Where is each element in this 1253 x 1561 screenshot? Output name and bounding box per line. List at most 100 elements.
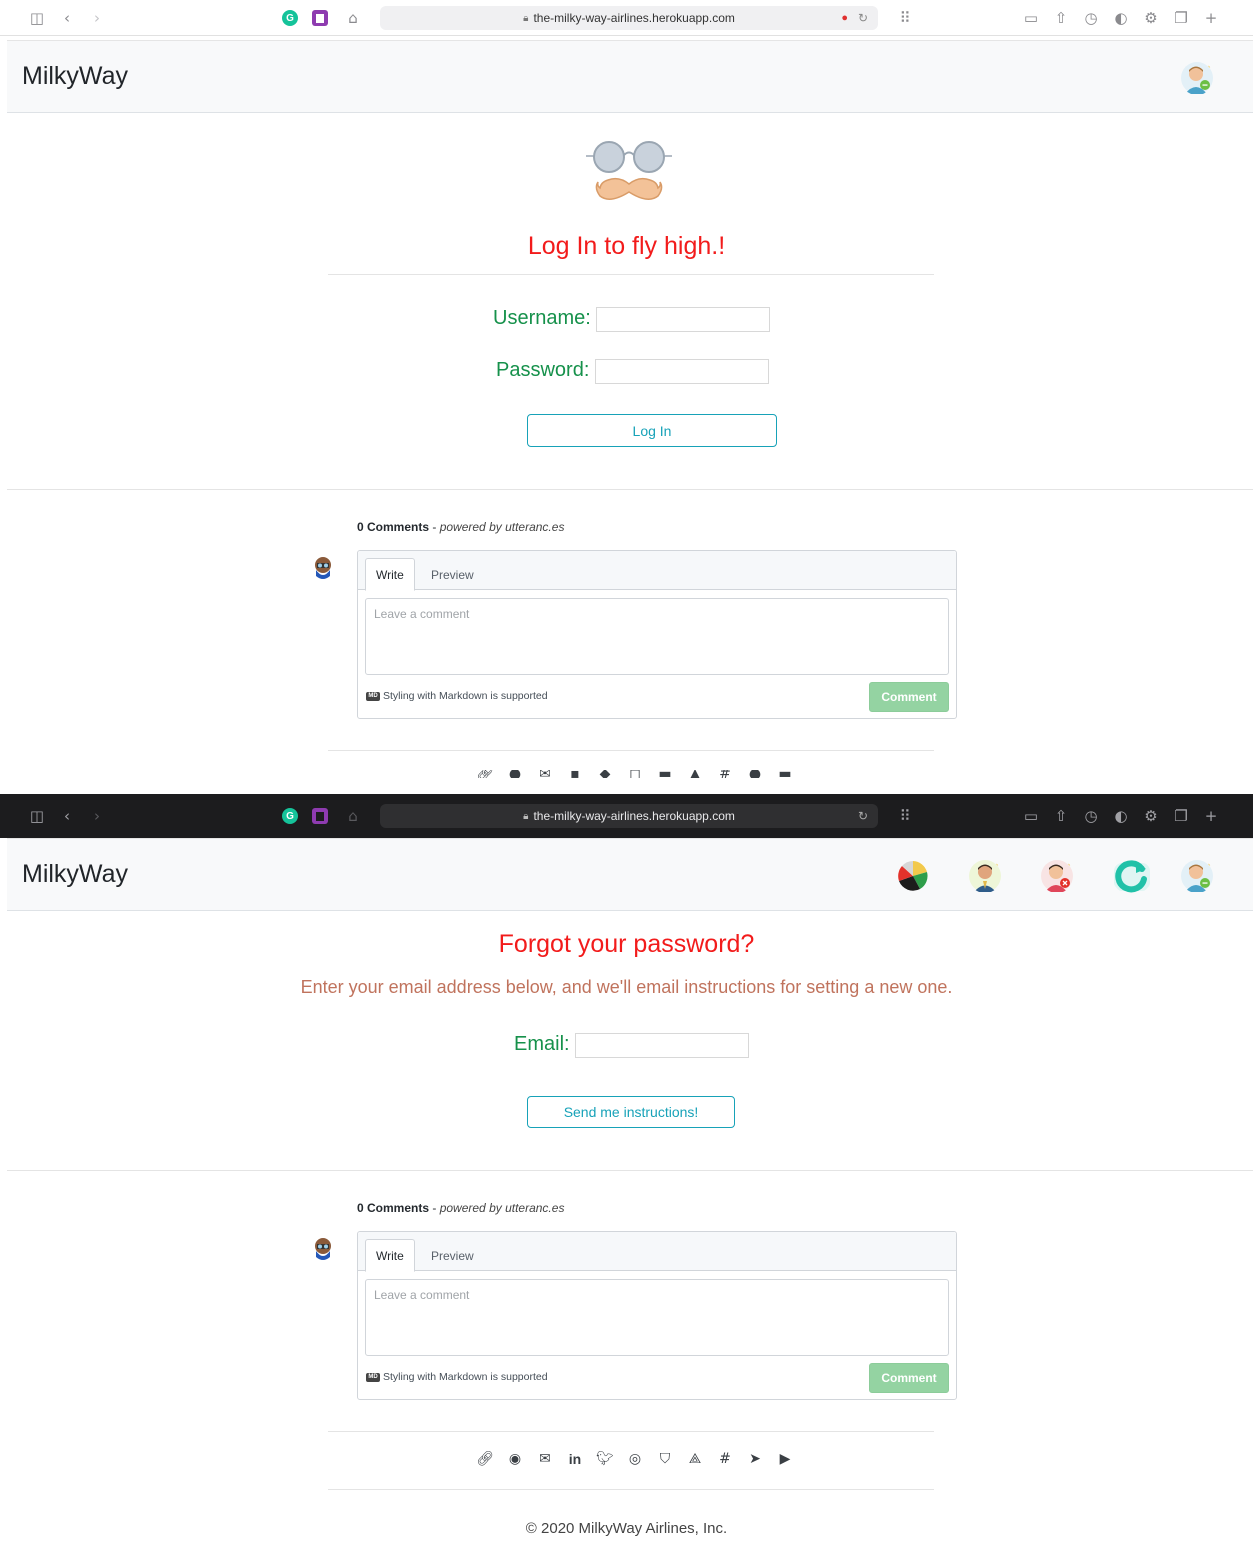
forgot-title-wrap: Forgot your password? (0, 930, 1253, 959)
instagram-icon[interactable]: ◻ (620, 770, 650, 778)
reader-icon[interactable]: ▭ (1020, 7, 1042, 29)
youtube-icon[interactable]: ▬ (770, 770, 800, 778)
tab-preview[interactable]: Preview (421, 1239, 484, 1272)
mail-icon[interactable]: ✉ (530, 1451, 560, 1467)
logout-user-icon[interactable] (1040, 859, 1074, 893)
tab-write[interactable]: Write (365, 558, 415, 591)
mail-icon[interactable]: ✉ (530, 770, 560, 778)
twitter-icon[interactable]: 🐦︎ (590, 1451, 620, 1467)
grammarly-icon[interactable]: G (282, 10, 298, 26)
grid-icon[interactable]: ⠿ (894, 7, 916, 29)
forward-icon[interactable]: › (86, 805, 108, 827)
settings-icon[interactable]: ⚙ (1140, 7, 1162, 29)
new-tab-icon[interactable]: + (1200, 805, 1222, 827)
password-label: Password: (496, 359, 590, 381)
pocket-icon[interactable]: ⛉ (650, 1451, 680, 1467)
link-icon[interactable]: 🔗︎ (470, 1451, 500, 1467)
url-text: the-milky-way-airlines.herokuapp.com (533, 809, 735, 823)
markdown-text[interactable]: Styling with Markdown is supported (383, 1371, 548, 1383)
microphone-icon[interactable]: ● (841, 12, 848, 24)
mustache-glasses-logo (586, 141, 672, 200)
instagram-icon[interactable]: ◎ (620, 1451, 650, 1467)
privacy-icon[interactable]: ◐ (1110, 805, 1132, 827)
forgot-subtitle: Enter your email address below, and we'l… (300, 977, 953, 997)
home-icon[interactable]: ⌂ (342, 7, 364, 29)
github-icon[interactable]: ● (500, 770, 530, 778)
github-icon[interactable]: ◉ (500, 1451, 530, 1467)
sidebar-icon[interactable]: ◫ (26, 7, 48, 29)
comment-tabs: Write Preview (358, 1232, 956, 1272)
telegram-icon[interactable]: ➤ (740, 1451, 770, 1467)
tab-write[interactable]: Write (365, 1239, 415, 1272)
twitter-icon[interactable]: ◆ (590, 770, 620, 778)
link-icon[interactable]: 🔗︎ (470, 770, 500, 778)
send-instructions-button[interactable]: Send me instructions! (527, 1096, 735, 1128)
powered-by-link[interactable]: powered by utteranc.es (440, 1201, 565, 1215)
tabs-icon[interactable]: ❐ (1170, 805, 1192, 827)
gitlab-icon[interactable]: ⟁ (680, 1451, 710, 1467)
history-icon[interactable]: ◷ (1080, 7, 1102, 29)
commenter-avatar-icon (315, 1238, 331, 1260)
username-input[interactable] (596, 307, 771, 333)
privacy-icon[interactable]: ◐ (1110, 7, 1132, 29)
email-input[interactable] (575, 1033, 750, 1059)
login-button[interactable]: Log In (527, 414, 777, 447)
back-icon[interactable]: ‹ (56, 7, 78, 29)
forward-icon[interactable]: › (86, 7, 108, 29)
grid-icon[interactable]: ⠿ (894, 805, 916, 827)
comment-textarea[interactable]: Leave a comment (365, 1279, 949, 1356)
gitlab-icon[interactable]: ▲ (680, 770, 710, 778)
comment-textarea[interactable]: Leave a comment (365, 598, 949, 675)
bookmark-extension-icon[interactable] (312, 808, 328, 824)
email-label: Email: (514, 1033, 570, 1055)
linkedin-icon[interactable]: ▪ (560, 770, 590, 778)
refresh-icon[interactable] (1112, 857, 1152, 895)
comment-button[interactable]: Comment (869, 1363, 949, 1393)
browser-toolbar-dark: ◫ ‹ › G ⌂ 🔒︎ the-milky-way-airlines.hero… (0, 794, 1253, 838)
profile-icon[interactable] (968, 859, 1002, 893)
linkedin-icon[interactable]: in (560, 1451, 590, 1467)
comments-header: 0 Comments - powered by utteranc.es (357, 1201, 564, 1215)
reload-icon[interactable]: ↻ (858, 809, 868, 823)
tab-preview[interactable]: Preview (421, 558, 484, 591)
lock-icon: 🔒︎ (523, 810, 529, 822)
new-tab-icon[interactable]: + (1200, 7, 1222, 29)
slack-icon[interactable]: # (710, 770, 740, 778)
address-bar[interactable]: 🔒︎ the-milky-way-airlines.herokuapp.com … (380, 6, 878, 30)
tabs-icon[interactable]: ❐ (1170, 7, 1192, 29)
reload-icon[interactable]: ↻ (858, 11, 868, 25)
home-icon[interactable]: ⌂ (342, 805, 364, 827)
user-avatar-icon[interactable] (1180, 859, 1214, 893)
brand-logo[interactable]: MilkyWay (22, 860, 128, 889)
settings-icon[interactable]: ⚙ (1140, 805, 1162, 827)
reader-icon[interactable]: ▭ (1020, 805, 1042, 827)
brand-logo[interactable]: MilkyWay (22, 62, 128, 91)
navbar: MilkyWay (7, 838, 1253, 911)
comment-box: Write Preview Leave a comment MD Styling… (357, 1231, 957, 1400)
divider (7, 1170, 1253, 1171)
pocket-icon[interactable]: ▬ (650, 770, 680, 778)
history-icon[interactable]: ◷ (1080, 805, 1102, 827)
dashboard-icon[interactable] (896, 859, 930, 893)
bookmark-extension-icon[interactable] (312, 10, 328, 26)
slack-icon[interactable]: # (710, 1451, 740, 1467)
address-bar[interactable]: 🔒︎ the-milky-way-airlines.herokuapp.com … (380, 804, 878, 828)
sidebar-icon[interactable]: ◫ (26, 805, 48, 827)
grammarly-icon[interactable]: G (282, 808, 298, 824)
comments-header: 0 Comments - powered by utteranc.es (357, 520, 564, 534)
powered-by-link[interactable]: powered by utteranc.es (440, 520, 565, 534)
comment-separator: - (429, 1201, 440, 1215)
markdown-text[interactable]: Styling with Markdown is supported (383, 690, 548, 702)
share-icon[interactable]: ⇧ (1050, 7, 1072, 29)
telegram-icon[interactable]: ● (740, 770, 770, 778)
password-input[interactable] (594, 359, 769, 385)
user-avatar-icon[interactable] (1180, 61, 1214, 95)
comment-button[interactable]: Comment (869, 682, 949, 712)
divider (328, 274, 934, 275)
footer-copyright: © 2020 MilkyWay Airlines, Inc. (525, 1520, 728, 1537)
back-icon[interactable]: ‹ (56, 805, 78, 827)
youtube-icon[interactable]: ▶ (770, 1451, 800, 1467)
share-icon[interactable]: ⇧ (1050, 805, 1072, 827)
markdown-icon: MD (366, 1372, 380, 1382)
comment-tabs: Write Preview (358, 551, 956, 591)
